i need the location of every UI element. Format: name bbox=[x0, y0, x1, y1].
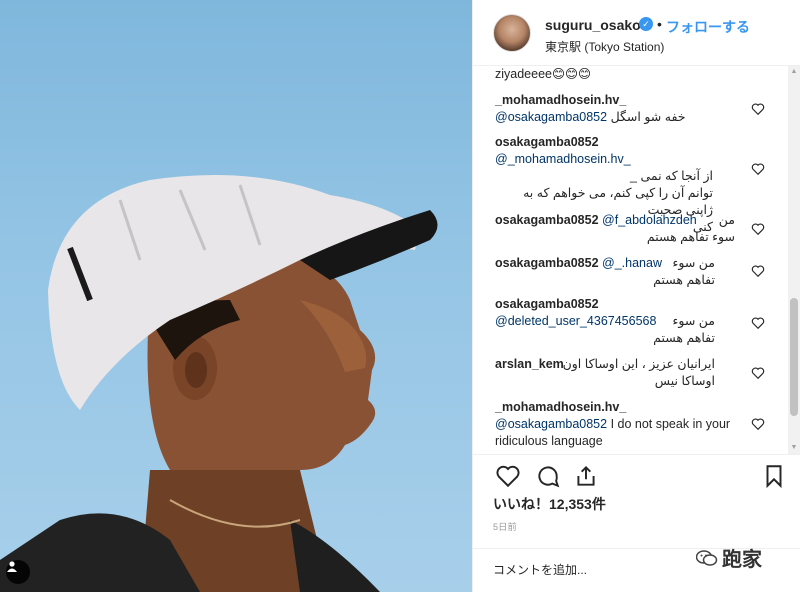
action-bar bbox=[473, 454, 800, 490]
comment-mention[interactable]: @_.hanaw bbox=[602, 256, 662, 270]
list-item: osakagamba0852 @_.hanaw من سوء تفاهم هست… bbox=[495, 255, 755, 289]
list-item: osakagamba0852 @deleted_user_4367456568 … bbox=[495, 296, 755, 347]
list-item: osakagamba0852 @f_abdolahzdeh من سوء تفا… bbox=[495, 212, 745, 246]
watermark: 跑家 bbox=[696, 543, 762, 572]
post-date: 5日前 bbox=[493, 522, 517, 532]
comment-author[interactable]: _mohamadhosein.hv_ bbox=[495, 399, 735, 416]
list-item: _mohamadhosein.hv_ @osakagamba0852 خفه ش… bbox=[495, 92, 755, 126]
post-photo[interactable] bbox=[0, 0, 472, 592]
scroll-up-icon[interactable]: ▲ bbox=[790, 68, 798, 76]
comment-icon[interactable] bbox=[535, 463, 561, 489]
comment-author[interactable]: arslan_kem bbox=[495, 357, 564, 371]
heart-icon[interactable] bbox=[751, 417, 765, 431]
comment-mention[interactable]: @f_abdolahzdeh bbox=[602, 213, 697, 227]
heart-icon[interactable] bbox=[751, 264, 765, 278]
follow-button[interactable]: フォローする bbox=[666, 17, 750, 37]
comment-author[interactable]: osakagamba0852 bbox=[495, 213, 599, 227]
comment-author[interactable]: osakagamba0852 bbox=[495, 134, 755, 151]
scroll-down-icon[interactable]: ▼ bbox=[790, 444, 798, 452]
heart-icon[interactable] bbox=[751, 162, 765, 176]
list-item: arslan_kem ایرانیان عزیز ، این اوساکا او… bbox=[495, 356, 755, 390]
comment-author[interactable]: osakagamba0852 bbox=[495, 296, 755, 313]
post-header: suguru_osako ✓ • フォローする 東京駅 (Tokyo Stati… bbox=[473, 0, 800, 66]
heart-icon[interactable] bbox=[751, 222, 765, 236]
comment-mention[interactable]: @deleted_user_4367456568 bbox=[495, 314, 656, 328]
comment-input[interactable] bbox=[493, 560, 693, 580]
scroll-thumb[interactable] bbox=[790, 298, 798, 416]
bookmark-icon[interactable] bbox=[761, 463, 787, 489]
comment-mention[interactable]: @osakagamba0852 bbox=[495, 417, 607, 431]
list-item: _mohamadhosein.hv_ @osakagamba0852 I do … bbox=[495, 399, 735, 450]
post-panel: suguru_osako ✓ • フォローする 東京駅 (Tokyo Stati… bbox=[472, 0, 800, 592]
likes-count[interactable]: いいね！12,353件 bbox=[493, 494, 606, 514]
username[interactable]: suguru_osako bbox=[545, 17, 641, 33]
comment-text: خفه شو اسگل bbox=[610, 110, 686, 124]
comment-mention[interactable]: @osakagamba0852 bbox=[495, 110, 607, 124]
heart-icon[interactable] bbox=[751, 102, 765, 116]
heart-icon[interactable] bbox=[495, 463, 521, 489]
share-icon[interactable] bbox=[573, 463, 599, 489]
comment-author[interactable]: _mohamadhosein.hv_ bbox=[495, 92, 755, 109]
comment-mention[interactable]: @_mohamadhosein.hv_ bbox=[495, 152, 631, 166]
watermark-text: 跑家 bbox=[722, 547, 762, 571]
comments-list: ziyadeeee😊😊😊 _mohamadhosein.hv_ @osakaga… bbox=[473, 66, 800, 454]
heart-icon[interactable] bbox=[751, 366, 765, 380]
comment-text: ziyadeeee😊😊😊 bbox=[495, 67, 592, 81]
separator: • bbox=[657, 16, 662, 32]
comments-scrollbar[interactable]: ▲ ▼ bbox=[788, 66, 800, 454]
location-link[interactable]: 東京駅 (Tokyo Station) bbox=[545, 38, 664, 55]
wechat-icon bbox=[696, 549, 718, 566]
photo-illustration bbox=[0, 175, 438, 592]
comment-author[interactable]: osakagamba0852 bbox=[495, 256, 599, 270]
person-icon[interactable] bbox=[6, 560, 30, 584]
avatar[interactable] bbox=[493, 14, 531, 52]
heart-icon[interactable] bbox=[751, 316, 765, 330]
list-item: ziyadeeee😊😊😊 bbox=[495, 66, 755, 83]
verified-icon: ✓ bbox=[639, 17, 653, 31]
